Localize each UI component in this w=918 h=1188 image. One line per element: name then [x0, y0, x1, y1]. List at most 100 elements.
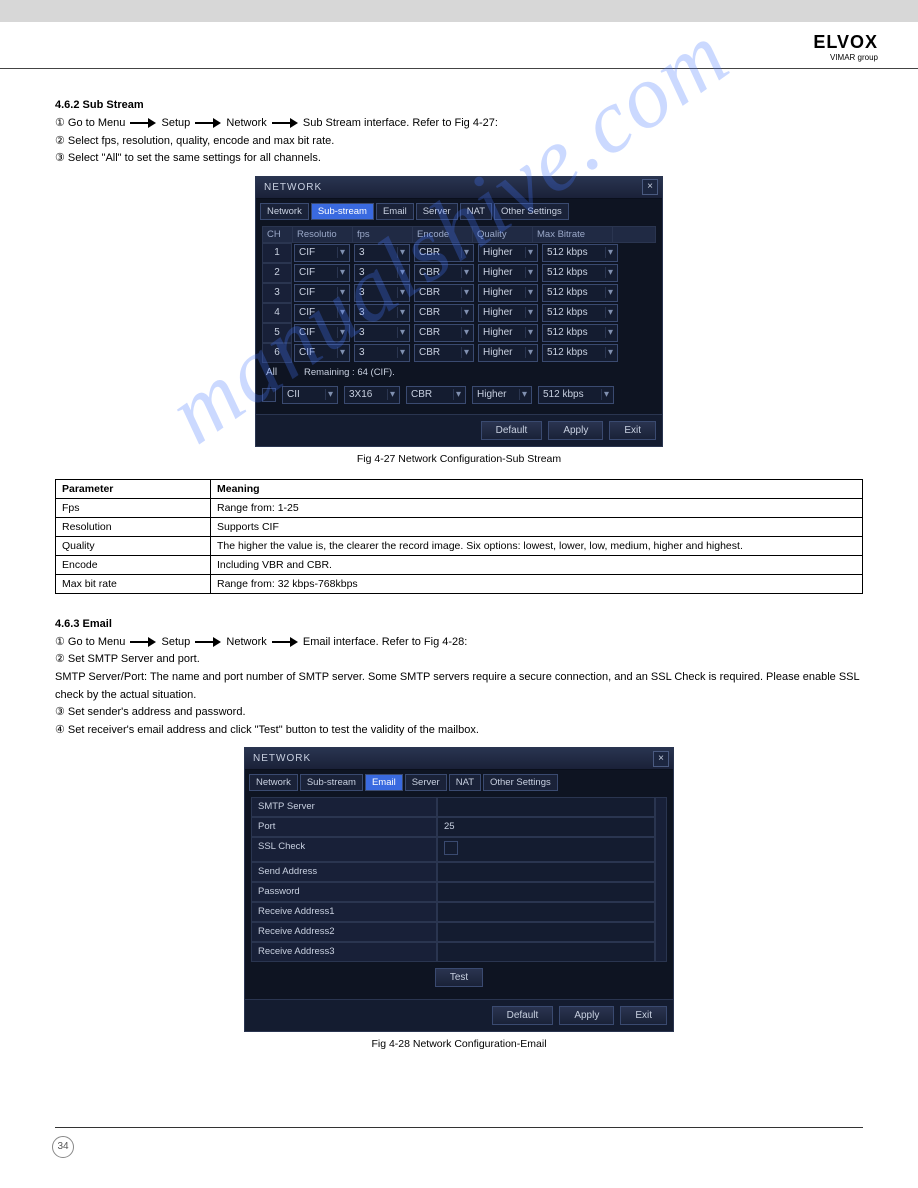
chevron-down-icon: ▾ [337, 327, 347, 338]
tab-substream[interactable]: Sub-stream [311, 203, 374, 220]
tab-nat[interactable]: NAT [460, 203, 492, 220]
all-quality-dropdown[interactable]: Higher▾ [472, 386, 532, 404]
bitrate-dropdown[interactable]: 512 kbps▾ [542, 344, 618, 362]
quality-dropdown[interactable]: Higher▾ [478, 324, 538, 342]
step-text: Sub Stream interface. Refer to Fig 4-27: [303, 117, 498, 129]
form-input[interactable] [437, 882, 655, 902]
tab-server[interactable]: Server [416, 203, 458, 220]
encode-dropdown[interactable]: CBR▾ [414, 244, 474, 262]
chevron-down-icon: ▾ [337, 307, 347, 318]
bitrate-dropdown[interactable]: 512 kbps▾ [542, 284, 618, 302]
chevron-down-icon: ▾ [337, 287, 347, 298]
scrollbar[interactable] [655, 797, 667, 962]
param-name: Fps [56, 498, 211, 517]
param-meaning: The higher the value is, the clearer the… [211, 536, 863, 555]
bitrate-dropdown[interactable]: 512 kbps▾ [542, 264, 618, 282]
tab-other[interactable]: Other Settings [483, 774, 558, 791]
resolution-dropdown[interactable]: CIF▾ [294, 244, 350, 262]
step-text: ① Go to Menu [55, 117, 125, 129]
all-checkbox[interactable] [262, 388, 276, 402]
fps-dropdown[interactable]: 3▾ [354, 344, 410, 362]
exit-button[interactable]: Exit [620, 1006, 667, 1025]
table-row: Max bit rateRange from: 32 kbps-768kbps [56, 574, 863, 593]
quality-dropdown[interactable]: Higher▾ [478, 264, 538, 282]
section-heading-email: 4.6.3 Email [55, 618, 863, 630]
fps-dropdown[interactable]: 3▾ [354, 324, 410, 342]
quality-dropdown[interactable]: Higher▾ [478, 344, 538, 362]
table-row: EncodeIncluding VBR and CBR. [56, 555, 863, 574]
resolution-dropdown[interactable]: CIF▾ [294, 324, 350, 342]
bitrate-dropdown[interactable]: 512 kbps▾ [542, 324, 618, 342]
resolution-dropdown[interactable]: CIF▾ [294, 344, 350, 362]
form-label: Password [251, 882, 437, 902]
resolution-dropdown[interactable]: CIF▾ [294, 304, 350, 322]
param-meaning: Including VBR and CBR. [211, 555, 863, 574]
tab-server[interactable]: Server [405, 774, 447, 791]
form-row: Send Address [251, 862, 655, 882]
dialog-tabs: Network Sub-stream Email Server NAT Othe… [256, 199, 662, 224]
encode-dropdown[interactable]: CBR▾ [414, 264, 474, 282]
param-name: Resolution [56, 517, 211, 536]
form-input[interactable] [437, 862, 655, 882]
all-fps-dropdown[interactable]: 3X16▾ [344, 386, 400, 404]
tab-network[interactable]: Network [260, 203, 309, 220]
quality-dropdown[interactable]: Higher▾ [478, 304, 538, 322]
tab-other[interactable]: Other Settings [494, 203, 569, 220]
network-dialog-email: NETWORK × Network Sub-stream Email Serve… [244, 747, 674, 1032]
quality-dropdown[interactable]: Higher▾ [478, 284, 538, 302]
section-heading-substream: 4.6.2 Sub Stream [55, 99, 863, 111]
all-bitrate-dropdown[interactable]: 512 kbps▾ [538, 386, 614, 404]
table-row: 4CIF▾3▾CBR▾Higher▾512 kbps▾ [262, 303, 656, 323]
fps-dropdown[interactable]: 3▾ [354, 304, 410, 322]
all-resolution-dropdown[interactable]: CII▾ [282, 386, 338, 404]
form-input[interactable]: 25 [437, 817, 655, 837]
dialog-buttons: Default Apply Exit [245, 999, 673, 1031]
close-icon[interactable]: × [653, 751, 669, 767]
remaining-text: Remaining : 64 (CIF). [294, 367, 656, 378]
chevron-down-icon: ▾ [397, 307, 407, 318]
form-input[interactable] [437, 902, 655, 922]
fps-dropdown[interactable]: 3▾ [354, 264, 410, 282]
fps-dropdown[interactable]: 3▾ [354, 244, 410, 262]
all-controls-row: CII▾ 3X16▾ CBR▾ Higher▾ 512 kbps▾ [262, 382, 656, 408]
form-label: Receive Address3 [251, 942, 437, 962]
table-row: 5CIF▾3▾CBR▾Higher▾512 kbps▾ [262, 323, 656, 343]
tab-email[interactable]: Email [376, 203, 414, 220]
form-input[interactable] [437, 922, 655, 942]
fps-dropdown[interactable]: 3▾ [354, 284, 410, 302]
encode-dropdown[interactable]: CBR▾ [414, 344, 474, 362]
default-button[interactable]: Default [481, 421, 543, 440]
tab-nat[interactable]: NAT [449, 774, 481, 791]
chevron-down-icon: ▾ [519, 389, 529, 400]
default-button[interactable]: Default [492, 1006, 554, 1025]
encode-dropdown[interactable]: CBR▾ [414, 304, 474, 322]
tab-network[interactable]: Network [249, 774, 298, 791]
encode-dropdown[interactable]: CBR▾ [414, 324, 474, 342]
ssl-checkbox[interactable] [444, 841, 458, 855]
all-encode-dropdown[interactable]: CBR▾ [406, 386, 466, 404]
tab-email[interactable]: Email [365, 774, 403, 791]
bitrate-dropdown[interactable]: 512 kbps▾ [542, 304, 618, 322]
resolution-dropdown[interactable]: CIF▾ [294, 284, 350, 302]
exit-button[interactable]: Exit [609, 421, 656, 440]
tab-substream[interactable]: Sub-stream [300, 774, 363, 791]
step-text: Setup [162, 636, 191, 648]
substream-grid: CH Resolutio fps Encode Quality Max Bitr… [262, 226, 656, 363]
dialog-title: NETWORK [253, 753, 311, 764]
resolution-dropdown[interactable]: CIF▾ [294, 264, 350, 282]
chevron-down-icon: ▾ [461, 347, 471, 358]
form-input[interactable] [437, 942, 655, 962]
chevron-down-icon: ▾ [461, 287, 471, 298]
quality-dropdown[interactable]: Higher▾ [478, 244, 538, 262]
apply-button[interactable]: Apply [548, 421, 603, 440]
close-icon[interactable]: × [642, 179, 658, 195]
test-button[interactable]: Test [435, 968, 483, 987]
arrow-icon [272, 120, 298, 126]
form-value [437, 837, 655, 862]
bitrate-dropdown[interactable]: 512 kbps▾ [542, 244, 618, 262]
form-input[interactable] [437, 797, 655, 817]
encode-dropdown[interactable]: CBR▾ [414, 284, 474, 302]
chevron-down-icon: ▾ [525, 307, 535, 318]
apply-button[interactable]: Apply [559, 1006, 614, 1025]
table-row: QualityThe higher the value is, the clea… [56, 536, 863, 555]
